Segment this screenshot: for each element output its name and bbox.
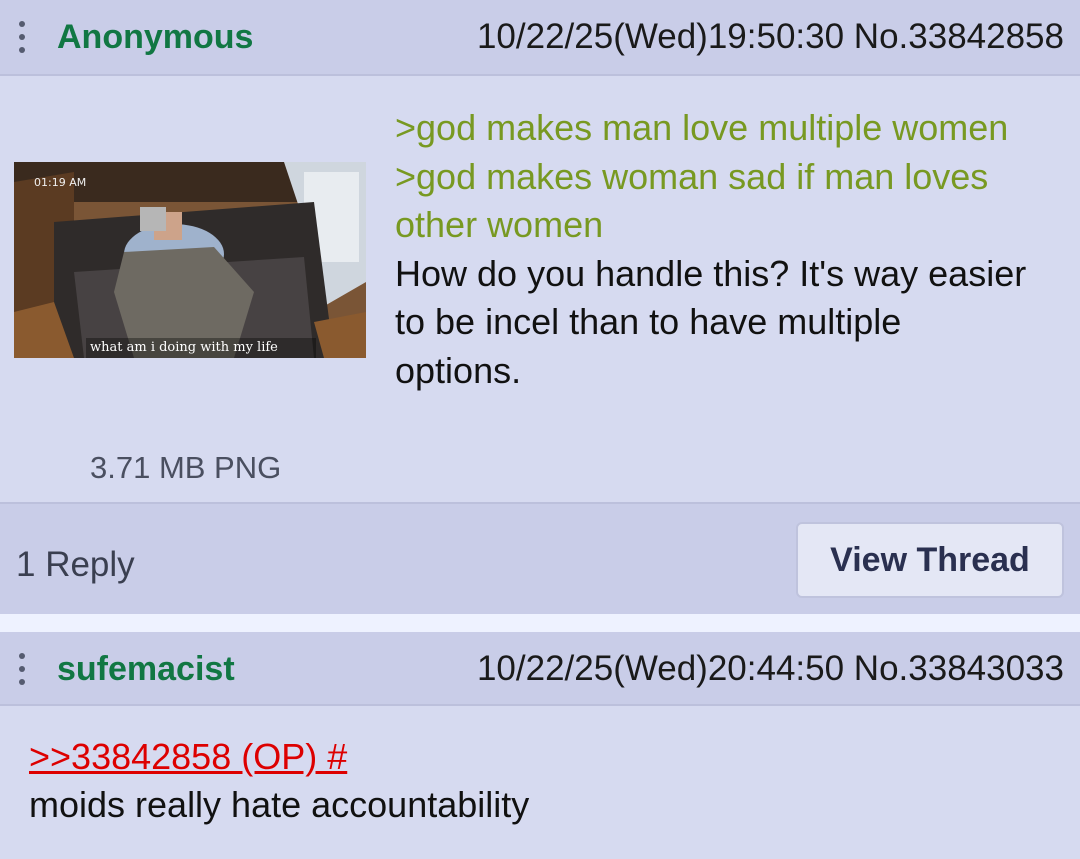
post-datetime-number[interactable]: 10/22/25(Wed)19:50:30 No.33842858 [477, 17, 1064, 57]
quote-link[interactable]: >>33842858 (OP) # [29, 736, 347, 778]
thumbnail-overlay-time: 01:19 AM [34, 176, 87, 189]
post-header: Anonymous 10/22/25(Wed)19:50:30 No.33842… [0, 0, 1080, 76]
poster-name: Anonymous [57, 18, 254, 56]
post-image-thumbnail[interactable]: 01:19 AM what am i doing with my life [14, 162, 366, 358]
more-vertical-icon[interactable] [17, 653, 27, 687]
greentext-line: >god makes woman sad if man loves other … [395, 155, 989, 246]
thumbnail-overlay-caption: what am i doing with my life [90, 340, 278, 355]
thumbnail-picture [14, 162, 366, 358]
post-header: sufemacist 10/22/25(Wed)20:44:50 No.3384… [0, 632, 1080, 706]
post-op: Anonymous 10/22/25(Wed)19:50:30 No.33842… [0, 0, 1080, 614]
post-text: How do you handle this? It's way easier … [395, 252, 1027, 391]
greentext-line: >god makes man love multiple women [395, 107, 1009, 148]
post-datetime-number[interactable]: 10/22/25(Wed)20:44:50 No.33843033 [477, 649, 1064, 689]
post-text: moids really hate accountability [29, 784, 530, 825]
poster-name: sufemacist [57, 650, 235, 688]
reply-count[interactable]: 1 Reply [16, 545, 135, 585]
post-footer: 1 Reply View Thread [0, 502, 1080, 614]
post-reply: sufemacist 10/22/25(Wed)20:44:50 No.3384… [0, 632, 1080, 859]
file-info: 3.71 MB PNG [90, 450, 282, 485]
post-body: >god makes man love multiple women >god … [395, 104, 1035, 395]
view-thread-button[interactable]: View Thread [796, 522, 1064, 598]
more-vertical-icon[interactable] [17, 21, 27, 55]
